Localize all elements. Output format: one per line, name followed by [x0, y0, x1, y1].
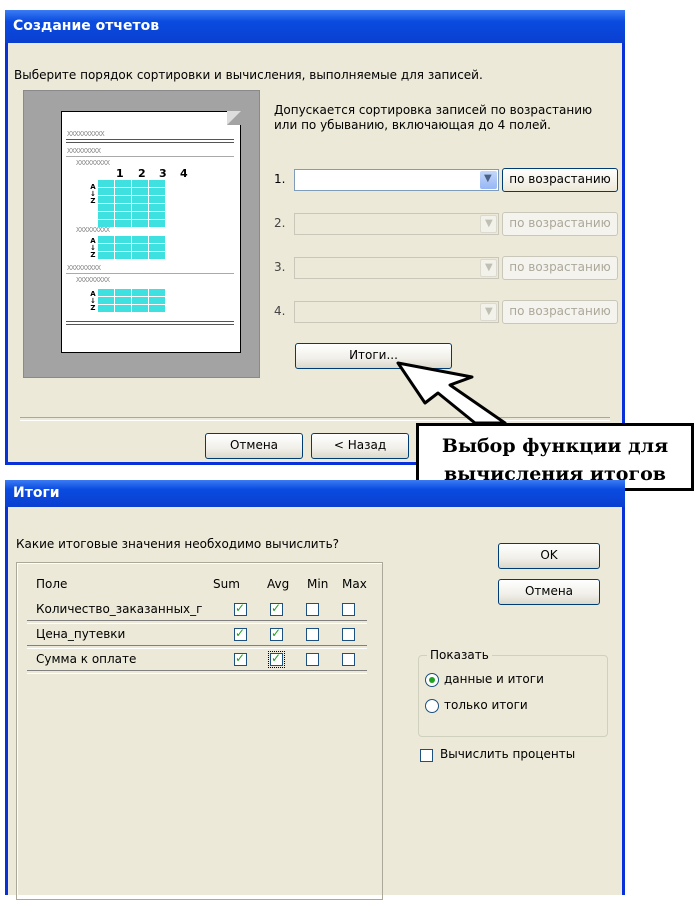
- wizard-prompt: Выберите порядок сортировки и вычисления…: [14, 68, 483, 82]
- cancel-button[interactable]: Отмена: [205, 433, 303, 459]
- ok-button[interactable]: OK: [498, 543, 600, 569]
- dialog-title: Итоги: [13, 485, 60, 501]
- sort-field-2-combo[interactable]: ▼: [294, 213, 499, 235]
- row-separator: [27, 645, 367, 649]
- min-column-header: Min: [307, 577, 329, 591]
- sort-description: Допускается сортировка записей по возрас…: [274, 103, 593, 132]
- back-button[interactable]: < Назад: [311, 433, 409, 459]
- dialog-titlebar[interactable]: Итоги: [5, 480, 625, 507]
- summary-options-dialog: Итоги Какие итоговые значения необходимо…: [5, 480, 625, 900]
- sort-az-icon: A ↓ Z: [90, 237, 96, 259]
- sum-checkbox[interactable]: [234, 601, 247, 616]
- chevron-down-icon[interactable]: ▼: [480, 171, 497, 189]
- percent-checkbox[interactable]: [420, 749, 433, 762]
- field-name: Цена_путевки: [36, 627, 126, 641]
- preview-page: XXXXXXXXXX XXXXXXXXX XXXXXXXXX 1 2 3 4 A…: [61, 111, 241, 353]
- sum-checkbox[interactable]: [234, 626, 247, 641]
- preview-group-text: XXXXXXXXX: [67, 147, 101, 155]
- data-and-totals-radio[interactable]: [425, 673, 439, 687]
- chevron-down-icon[interactable]: ▼: [480, 303, 497, 321]
- wizard-titlebar[interactable]: Создание отчетов: [5, 10, 625, 43]
- show-group-label: Показать: [427, 648, 492, 662]
- preview-col-number: 4: [180, 167, 188, 180]
- preview-rule: [66, 139, 234, 140]
- sort-row-number: 4.: [274, 304, 286, 318]
- data-and-totals-label[interactable]: данные и итоги: [444, 672, 544, 686]
- preview-rule: [66, 156, 234, 157]
- max-checkbox[interactable]: [342, 603, 355, 616]
- sort-order-4-button[interactable]: по возрастанию: [502, 300, 618, 324]
- sort-az-icon: A ↓ Z: [90, 290, 96, 312]
- sort-field-4-combo[interactable]: ▼: [294, 301, 499, 323]
- preview-data-grid: [98, 289, 182, 312]
- preview-group-text: XXXXXXXXX: [76, 276, 110, 284]
- callout-line-1: Выбор функции для: [441, 435, 669, 457]
- preview-data-grid: [98, 180, 182, 227]
- sum-checkbox[interactable]: [234, 651, 247, 666]
- wizard-title: Создание отчетов: [13, 18, 160, 34]
- totals-only-radio[interactable]: [425, 699, 439, 713]
- min-checkbox[interactable]: [306, 603, 319, 616]
- sort-order-1-button[interactable]: по возрастанию: [502, 168, 618, 192]
- preview-rule: [66, 142, 234, 143]
- sort-order-2-button[interactable]: по возрастанию: [502, 212, 618, 236]
- preview-group-text: XXXXXXXXX: [67, 264, 101, 272]
- min-checkbox[interactable]: [306, 653, 319, 666]
- totals-only-label[interactable]: только итоги: [444, 698, 528, 712]
- row-separator: [27, 670, 367, 674]
- preview-group-text: XXXXXXXXX: [76, 159, 110, 167]
- preview-header-text: XXXXXXXXXX: [67, 130, 105, 138]
- field-name: Сумма к оплате: [36, 652, 137, 666]
- sort-az-icon: A ↓ Z: [90, 183, 96, 205]
- chevron-down-icon[interactable]: ▼: [480, 215, 497, 233]
- report-preview: XXXXXXXXXX XXXXXXXXX XXXXXXXXX 1 2 3 4 A…: [23, 90, 260, 378]
- page-fold-icon: [227, 111, 241, 125]
- show-group-box: [418, 655, 608, 737]
- sort-field-1-combo[interactable]: ▼: [294, 169, 499, 191]
- preview-rule: [66, 273, 234, 274]
- sort-field-3-combo[interactable]: ▼: [294, 257, 499, 279]
- sort-order-3-button[interactable]: по возрастанию: [502, 256, 618, 280]
- wizard-client-area: Выберите порядок сортировки и вычисления…: [8, 43, 622, 462]
- chevron-down-icon[interactable]: ▼: [480, 259, 497, 277]
- cancel-button[interactable]: Отмена: [498, 579, 600, 605]
- summary-question: Какие итоговые значения необходимо вычис…: [16, 537, 340, 551]
- sort-row-number: 2.: [274, 216, 286, 230]
- avg-checkbox[interactable]: [268, 651, 285, 668]
- max-checkbox[interactable]: [342, 653, 355, 666]
- preview-rule: [66, 321, 234, 322]
- report-wizard-window: Создание отчетов Выберите порядок сортир…: [5, 10, 625, 465]
- min-checkbox[interactable]: [306, 628, 319, 641]
- row-separator: [27, 620, 367, 624]
- preview-col-number: 1: [116, 167, 124, 180]
- preview-data-grid: [98, 236, 182, 259]
- avg-checkbox[interactable]: [270, 626, 283, 641]
- sort-row-number: 3.: [274, 260, 286, 274]
- avg-checkbox[interactable]: [270, 601, 283, 616]
- percent-checkbox-label[interactable]: Вычислить проценты: [440, 747, 575, 761]
- sum-column-header: Sum: [213, 577, 240, 591]
- preview-col-number: 3: [159, 167, 167, 180]
- dialog-client-area: Какие итоговые значения необходимо вычис…: [8, 507, 622, 900]
- avg-column-header: Avg: [267, 577, 290, 591]
- preview-col-number: 2: [138, 167, 146, 180]
- callout-arrow-icon: [396, 361, 507, 425]
- max-column-header: Max: [342, 577, 367, 591]
- wizard-separator: [20, 417, 610, 421]
- preview-rule: [66, 324, 234, 325]
- field-column-header: Поле: [36, 577, 68, 591]
- field-name: Количество_заказанных_г: [36, 602, 203, 616]
- preview-group-text: XXXXXXXXX: [76, 226, 110, 234]
- sort-row-number: 1.: [274, 172, 286, 186]
- max-checkbox[interactable]: [342, 628, 355, 641]
